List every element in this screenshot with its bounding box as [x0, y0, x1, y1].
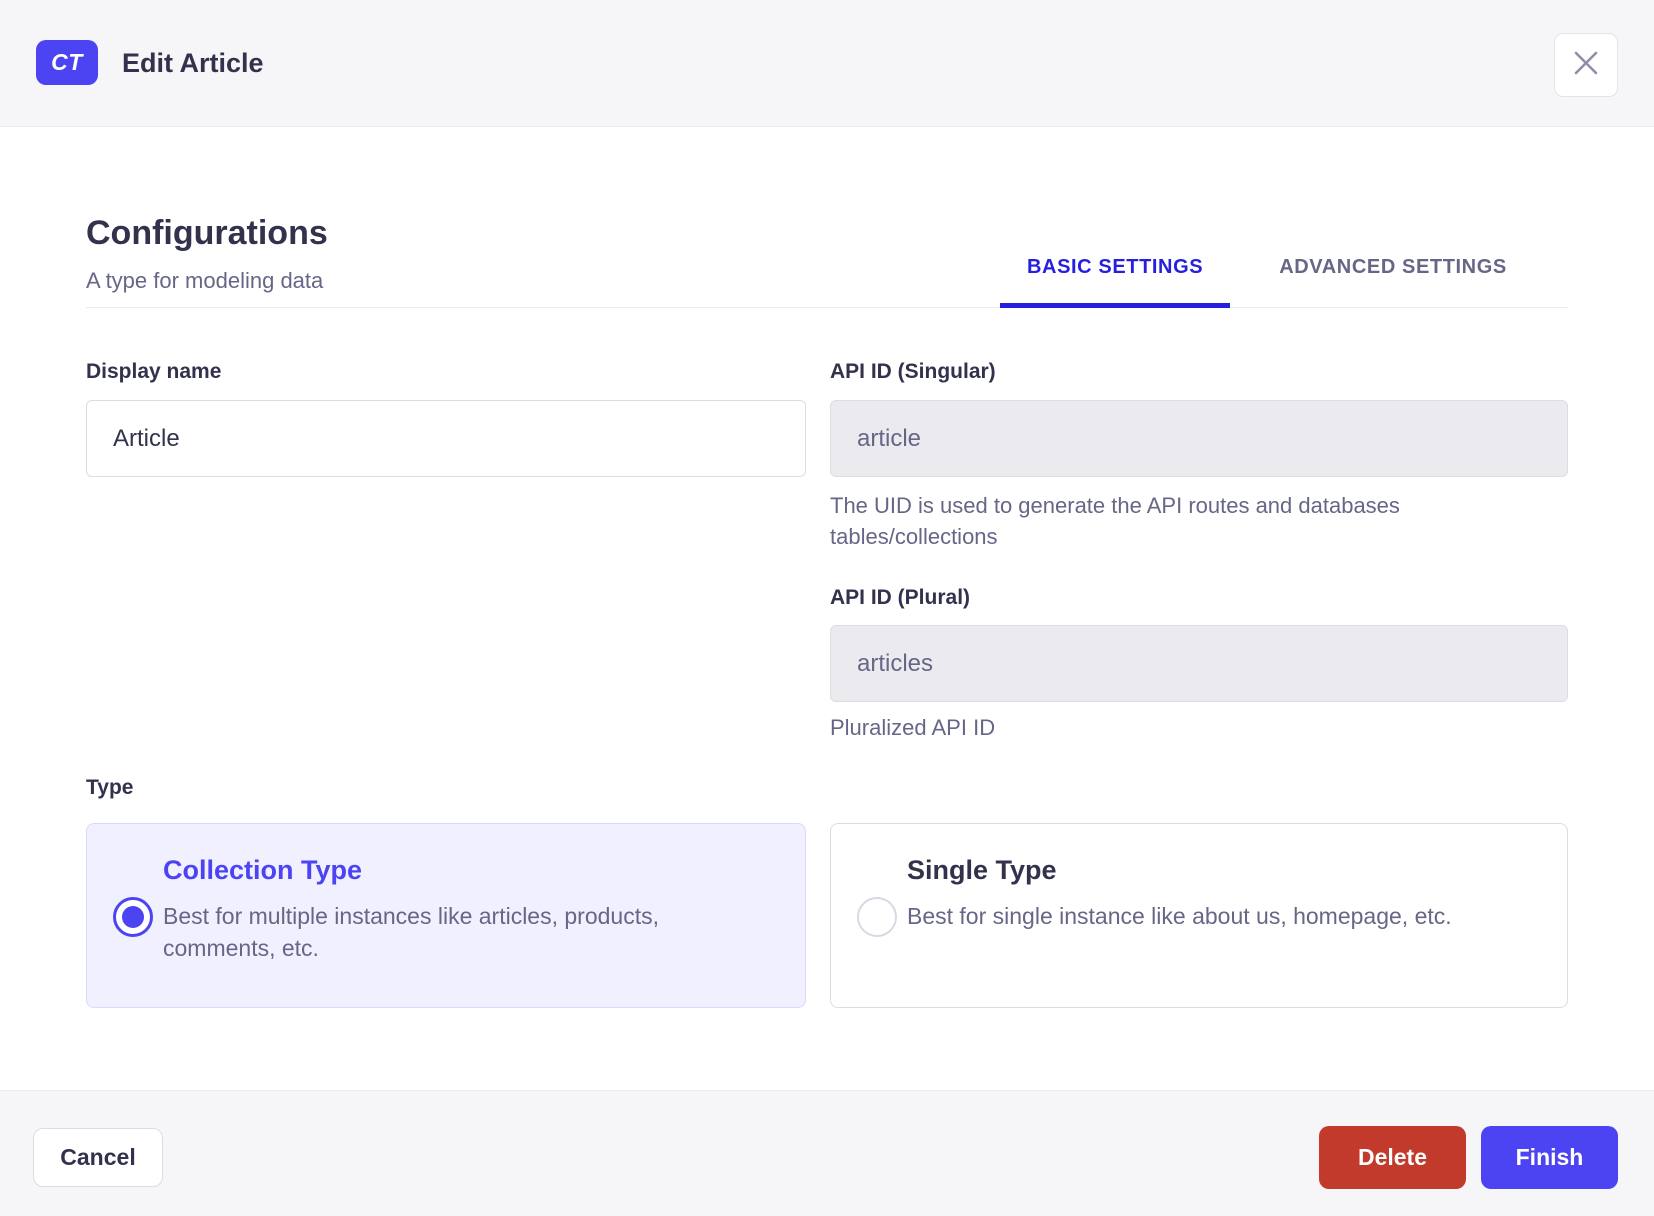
display-name-input[interactable]	[86, 400, 806, 477]
close-icon	[1573, 50, 1599, 81]
content-type-badge: CT	[36, 40, 98, 85]
modal-footer: Cancel Delete Finish	[0, 1090, 1654, 1216]
single-type-description: Best for single instance like about us, …	[907, 903, 1452, 929]
close-button[interactable]	[1554, 33, 1618, 97]
tab-advanced-settings[interactable]: ADVANCED SETTINGS	[1252, 226, 1534, 308]
api-id-plural-hint: Pluralized API ID	[830, 715, 996, 740]
api-id-singular-input	[830, 400, 1568, 477]
content-type-badge-label: CT	[51, 49, 83, 75]
api-id-plural-label: API ID (Plural)	[830, 586, 971, 609]
modal-header: CT Edit Article	[0, 0, 1654, 127]
type-option-collection[interactable]: Collection Type Best for multiple instan…	[86, 823, 806, 1008]
page-title: Configurations	[86, 214, 328, 252]
api-id-plural-input	[830, 625, 1568, 702]
single-type-radio[interactable]	[857, 897, 897, 937]
type-label: Type	[86, 776, 134, 799]
tab-basic-settings[interactable]: BASIC SETTINGS	[1000, 226, 1231, 308]
display-name-label: Display name	[86, 360, 222, 383]
delete-button[interactable]: Delete	[1319, 1126, 1466, 1189]
page-subtitle: A type for modeling data	[86, 268, 324, 293]
collection-type-description: Best for multiple instances like article…	[163, 903, 659, 961]
collection-type-title: Collection Type	[163, 855, 363, 885]
api-id-singular-label: API ID (Singular)	[830, 360, 996, 383]
type-option-single[interactable]: Single Type Best for single instance lik…	[830, 823, 1568, 1008]
api-id-singular-hint: The UID is used to generate the API rout…	[830, 493, 1400, 549]
finish-button[interactable]: Finish	[1481, 1126, 1618, 1189]
edit-content-type-modal: CT Edit Article Configurations A type fo…	[0, 0, 1654, 1216]
cancel-button[interactable]: Cancel	[33, 1128, 163, 1187]
single-type-title: Single Type	[907, 855, 1057, 885]
modal-title: Edit Article	[122, 48, 264, 78]
settings-tabs: BASIC SETTINGS ADVANCED SETTINGS	[1000, 226, 1534, 308]
collection-type-radio[interactable]	[113, 897, 153, 937]
